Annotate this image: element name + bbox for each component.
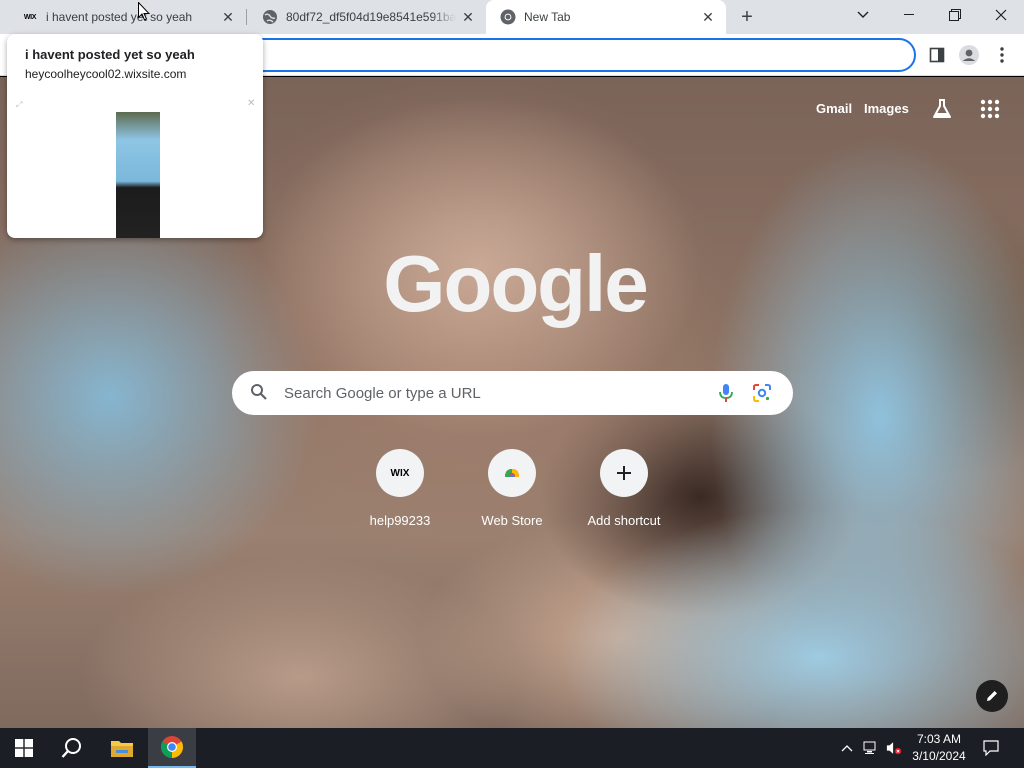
tab-new-tab[interactable]: New Tab ✕ <box>486 0 726 34</box>
close-tab-icon[interactable]: ✕ <box>700 9 716 25</box>
tab-title: 80df72_df5f04d19e8541e591ba8 <box>286 10 456 24</box>
hover-card-preview-image <box>116 112 160 238</box>
network-icon[interactable] <box>863 740 879 756</box>
tab-title: i havent posted yet so yeah <box>46 10 193 24</box>
tab-wix-site[interactable]: WIX i havent posted yet so yeah ✕ <box>8 0 246 34</box>
clock-time: 7:03 AM <box>916 732 962 746</box>
start-button[interactable] <box>0 728 48 768</box>
notifications-icon[interactable] <box>983 740 999 756</box>
customize-pencil-icon[interactable] <box>976 680 1008 712</box>
hover-card-url: heycoolheycool02.wixsite.com <box>25 67 187 81</box>
file-explorer-icon[interactable] <box>98 728 146 768</box>
tab-title: New Tab <box>524 10 571 24</box>
shortcut-label: Web Store <box>481 513 543 528</box>
shortcut-label: Add shortcut <box>587 513 661 528</box>
search-box[interactable]: Search Google or type a URL <box>232 371 793 415</box>
close-tab-icon[interactable]: ✕ <box>220 9 236 25</box>
wix-icon: WIX <box>23 13 37 21</box>
globe-icon <box>262 9 278 25</box>
tab-hover-card: i havent posted yet so yeah heycoolheyco… <box>7 34 263 238</box>
minimize-button[interactable] <box>886 0 932 30</box>
web-store-icon <box>488 449 536 497</box>
wix-icon: WIX <box>376 449 424 497</box>
close-icon: ✕ <box>247 98 256 109</box>
menu-kebab-icon[interactable] <box>991 44 1013 66</box>
tab-search-icon[interactable] <box>840 0 886 30</box>
shortcut-label: help99233 <box>369 513 431 528</box>
expand-arrows-icon: ⤢ <box>16 100 23 109</box>
shortcut-web-store[interactable]: Web Store <box>460 449 564 539</box>
gmail-link[interactable]: Gmail <box>816 101 852 116</box>
search-placeholder: Search Google or type a URL <box>284 385 481 402</box>
system-clock[interactable]: 7:03 AM 3/10/2024 <box>906 731 972 765</box>
google-logo: Google <box>383 239 649 328</box>
voice-search-icon[interactable] <box>718 383 734 408</box>
address-bar[interactable] <box>246 38 916 72</box>
close-window-button[interactable] <box>978 0 1024 30</box>
search-icon <box>250 383 268 406</box>
tab-divider <box>246 9 247 25</box>
hover-card-title: i havent posted yet so yeah <box>25 47 195 62</box>
side-panel-icon[interactable] <box>926 44 948 66</box>
tray-chevron-up-icon[interactable] <box>839 740 855 756</box>
clock-date: 3/10/2024 <box>912 749 966 763</box>
tab-image-file[interactable]: 80df72_df5f04d19e8541e591ba8 ✕ <box>248 0 486 34</box>
plus-icon <box>600 449 648 497</box>
chrome-taskbar-icon[interactable] <box>148 728 196 768</box>
images-link[interactable]: Images <box>864 101 909 116</box>
lens-search-icon[interactable] <box>752 383 772 408</box>
mouse-cursor-icon <box>138 1 151 26</box>
add-shortcut-button[interactable]: Add shortcut <box>572 449 676 539</box>
apps-grid-icon[interactable] <box>978 97 1002 121</box>
restore-button[interactable] <box>932 0 978 30</box>
taskbar-search-icon[interactable] <box>48 728 96 768</box>
chrome-icon <box>500 9 516 25</box>
volume-muted-icon[interactable] <box>886 740 902 756</box>
labs-flask-icon[interactable] <box>930 97 954 121</box>
new-tab-button[interactable]: + <box>734 5 760 29</box>
shortcut-help99233[interactable]: WIX help99233 <box>348 449 452 539</box>
close-tab-icon[interactable]: ✕ <box>460 9 476 25</box>
profile-avatar-icon[interactable] <box>958 44 980 66</box>
tab-strip: WIX i havent posted yet so yeah ✕ 80df72… <box>0 0 1024 34</box>
windows-taskbar: 7:03 AM 3/10/2024 <box>0 728 1024 768</box>
